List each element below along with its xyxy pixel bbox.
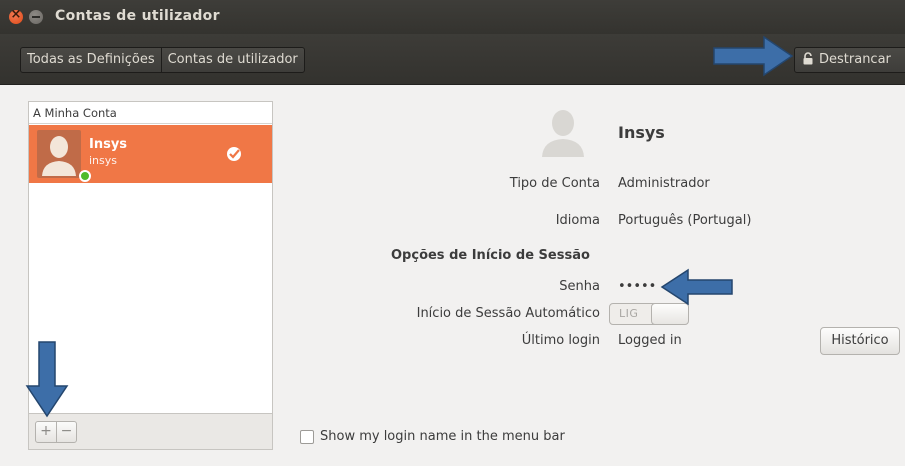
history-button[interactable]: Histórico xyxy=(820,327,900,355)
breadcrumb: Todas as Definições Contas de utilizador xyxy=(20,47,305,73)
language-label: Idioma xyxy=(555,213,600,228)
password-label: Senha xyxy=(559,279,600,294)
language-value[interactable]: Português (Portugal) xyxy=(618,213,751,228)
unlock-label: Destrancar xyxy=(819,52,891,67)
last-login-label: Último login xyxy=(521,333,600,348)
user-name: Insys xyxy=(89,137,128,152)
minimize-icon[interactable] xyxy=(29,10,43,24)
user-avatar-icon xyxy=(542,110,584,157)
show-login-name-row[interactable]: Show my login name in the menu bar xyxy=(300,429,565,444)
avatar xyxy=(37,130,91,182)
show-login-name-label: Show my login name in the menu bar xyxy=(320,429,565,444)
unlock-button[interactable]: Destrancar xyxy=(794,47,905,73)
user-avatar-icon xyxy=(42,136,76,176)
breadcrumb-user-accounts[interactable]: Contas de utilizador xyxy=(160,48,304,72)
arrow-annotation-icon xyxy=(25,341,69,418)
online-status-icon xyxy=(79,170,91,182)
account-name[interactable]: Insys xyxy=(618,123,665,142)
login-options-title: Opções de Início de Sessão xyxy=(391,248,590,263)
add-user-button[interactable]: + xyxy=(36,422,56,442)
user-login: insys xyxy=(89,154,117,167)
title-bar: Contas de utilizador xyxy=(0,0,905,34)
show-login-name-checkbox[interactable] xyxy=(300,429,314,444)
user-list-item[interactable]: Insys insys xyxy=(29,125,272,183)
remove-user-button[interactable]: − xyxy=(56,422,76,442)
window-title: Contas de utilizador xyxy=(55,8,220,24)
lock-icon xyxy=(803,52,813,65)
password-value[interactable]: ••••• xyxy=(618,279,656,294)
breadcrumb-all-settings[interactable]: Todas as Definições xyxy=(21,48,161,72)
toggle-state-label: LIG xyxy=(619,307,639,320)
auto-login-label: Início de Sessão Automático xyxy=(416,306,600,321)
check-icon xyxy=(227,147,241,161)
close-icon[interactable] xyxy=(9,7,23,24)
arrow-annotation-icon xyxy=(713,35,794,77)
account-type-value[interactable]: Administrador xyxy=(618,176,710,191)
list-toolbar: + − xyxy=(28,414,273,450)
arrow-annotation-icon xyxy=(660,268,733,306)
last-login-value: Logged in xyxy=(618,333,682,348)
my-account-header: A Minha Conta xyxy=(29,102,272,124)
account-type-label: Tipo de Conta xyxy=(509,176,600,191)
add-remove-group: + − xyxy=(35,421,77,443)
